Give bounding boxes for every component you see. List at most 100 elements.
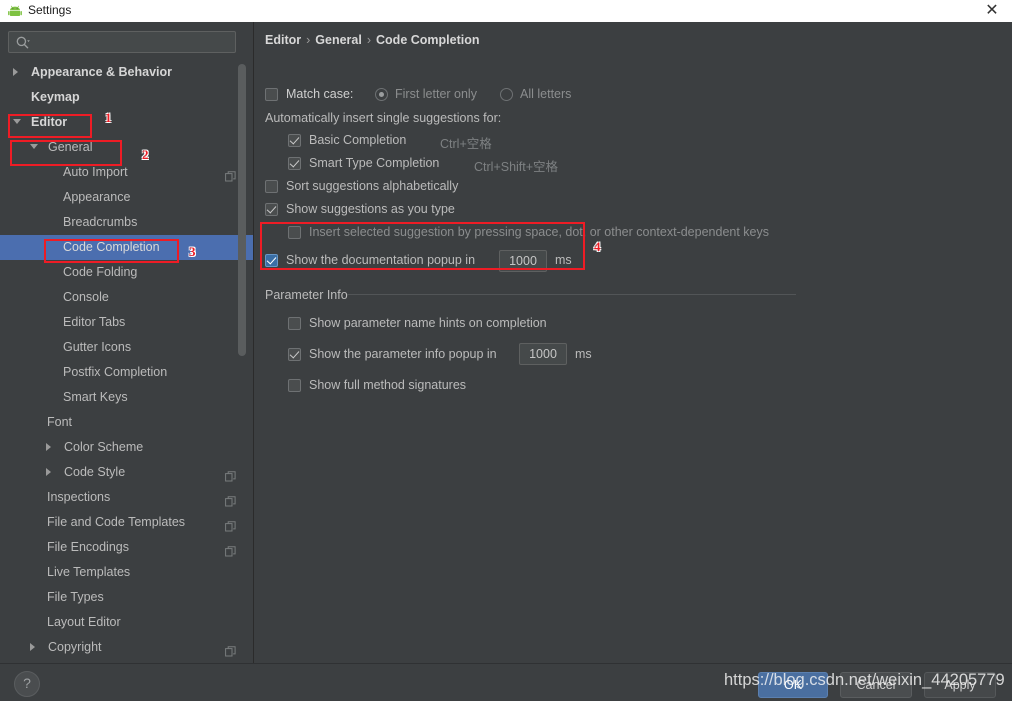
sidebar-item-postfix-completion[interactable]: Postfix Completion bbox=[0, 360, 253, 385]
sidebar-item-label: Keymap bbox=[31, 90, 80, 104]
sidebar-item-inspections[interactable]: Inspections bbox=[0, 485, 253, 510]
chevron-down-icon[interactable] bbox=[13, 119, 21, 124]
sidebar-item-auto-import[interactable]: Auto Import bbox=[0, 160, 253, 185]
breadcrumb: Editor › General › Code Completion bbox=[265, 33, 479, 47]
sidebar-item-label: Inspections bbox=[47, 490, 111, 504]
sidebar-item-label: Postfix Completion bbox=[63, 365, 168, 379]
sidebar-item-label: Auto Import bbox=[63, 165, 128, 179]
sidebar-item-label: General bbox=[48, 140, 93, 154]
settings-content-panel: Editor › General › Code Completion Match cas… bbox=[254, 22, 1012, 663]
sidebar-item-file-and-code-templates[interactable]: File and Code Templates bbox=[0, 510, 253, 535]
breadcrumb-part-0[interactable]: Editor bbox=[265, 33, 301, 47]
parameter-info-divider bbox=[347, 294, 796, 295]
sidebar-item-label: Console bbox=[63, 290, 109, 304]
sidebar-item-smart-keys[interactable]: Smart Keys bbox=[0, 385, 253, 410]
breadcrumb-separator-0: › bbox=[306, 33, 311, 47]
sidebar-item-color-scheme[interactable]: Color Scheme bbox=[0, 435, 253, 460]
sidebar-item-label: File Encodings bbox=[47, 540, 129, 554]
insert-selected-suggestion-label: Insert selected suggestion by pressing s… bbox=[309, 225, 769, 239]
auto-insert-header: Automatically insert single suggestions … bbox=[265, 111, 502, 125]
sidebar-item-label: Editor bbox=[31, 115, 68, 129]
copy-settings-icon[interactable] bbox=[225, 641, 236, 657]
settings-sidebar: Appearance & Behavior Keymap Editor General… bbox=[0, 22, 254, 663]
chevron-right-icon[interactable] bbox=[46, 468, 51, 476]
sidebar-item-font[interactable]: Font bbox=[0, 410, 253, 435]
sidebar-item-editor-tabs[interactable]: Editor Tabs bbox=[0, 310, 253, 335]
sidebar-item-label: File Types bbox=[47, 590, 104, 604]
breadcrumb-part-2: Code Completion bbox=[376, 33, 480, 47]
close-icon[interactable]: ✕ bbox=[980, 2, 1004, 20]
match-case-label: Match case: bbox=[286, 87, 354, 101]
sidebar-item-live-templates[interactable]: Live Templates bbox=[0, 560, 253, 585]
show-suggestions-checkbox[interactable] bbox=[265, 203, 278, 216]
smart-type-completion-checkbox[interactable] bbox=[288, 157, 301, 170]
doc-popup-delay-input[interactable] bbox=[499, 250, 547, 272]
all-letters-label: All letters bbox=[520, 87, 572, 101]
doc-popup-unit: ms bbox=[555, 253, 572, 267]
param-name-hints-label: Show parameter name hints on completion bbox=[309, 316, 547, 330]
chevron-right-icon[interactable] bbox=[46, 443, 51, 451]
sidebar-item-file-encodings[interactable]: File Encodings bbox=[0, 535, 253, 560]
parameter-info-title: Parameter Info bbox=[265, 288, 348, 302]
search-icon bbox=[15, 35, 31, 51]
first-letter-only-label: First letter only bbox=[395, 87, 477, 101]
basic-completion-label: Basic Completion bbox=[309, 133, 407, 147]
show-suggestions-label: Show suggestions as you type bbox=[286, 202, 455, 216]
help-button[interactable]: ? bbox=[14, 671, 40, 697]
sidebar-item-appearance-behavior[interactable]: Appearance & Behavior bbox=[0, 60, 253, 85]
copy-settings-icon[interactable] bbox=[225, 541, 236, 557]
sidebar-item-appearance[interactable]: Appearance bbox=[0, 185, 253, 210]
sidebar-item-copyright[interactable]: Copyright bbox=[0, 635, 253, 660]
copy-settings-icon[interactable] bbox=[225, 466, 236, 482]
settings-tree[interactable]: Appearance & Behavior Keymap Editor General… bbox=[0, 60, 253, 663]
sidebar-item-label: Breadcrumbs bbox=[63, 215, 138, 229]
sidebar-scrollbar-thumb[interactable] bbox=[238, 64, 246, 356]
sidebar-item-code-completion[interactable]: Code Completion bbox=[0, 235, 253, 260]
sidebar-item-keymap[interactable]: Keymap bbox=[0, 85, 253, 110]
chevron-right-icon[interactable] bbox=[30, 643, 35, 651]
first-letter-only-radio[interactable] bbox=[375, 88, 388, 101]
sidebar-item-console[interactable]: Console bbox=[0, 285, 253, 310]
param-popup-checkbox[interactable] bbox=[288, 348, 301, 361]
sidebar-item-code-style[interactable]: Code Style bbox=[0, 460, 253, 485]
doc-popup-checkbox[interactable] bbox=[265, 254, 278, 267]
smart-type-completion-label: Smart Type Completion bbox=[309, 156, 440, 170]
copy-settings-icon[interactable] bbox=[225, 491, 236, 507]
copy-settings-icon[interactable] bbox=[225, 166, 236, 182]
basic-completion-checkbox[interactable] bbox=[288, 134, 301, 147]
param-name-hints-checkbox[interactable] bbox=[288, 317, 301, 330]
sidebar-item-breadcrumbs[interactable]: Breadcrumbs bbox=[0, 210, 253, 235]
cancel-button[interactable]: Cancel bbox=[840, 672, 912, 698]
window-title: Settings bbox=[28, 3, 72, 17]
param-popup-delay-input[interactable] bbox=[519, 343, 567, 365]
chevron-down-icon[interactable] bbox=[30, 144, 38, 149]
sidebar-item-label: Smart Keys bbox=[63, 390, 128, 404]
sidebar-item-label: Copyright bbox=[48, 640, 102, 654]
sidebar-item-code-folding[interactable]: Code Folding bbox=[0, 260, 253, 285]
doc-popup-label: Show the documentation popup in bbox=[286, 253, 476, 267]
param-popup-unit: ms bbox=[575, 347, 592, 361]
sidebar-item-label: Appearance bbox=[63, 190, 131, 204]
android-icon bbox=[8, 4, 22, 18]
full-signatures-checkbox[interactable] bbox=[288, 379, 301, 392]
sidebar-item-file-types[interactable]: File Types bbox=[0, 585, 253, 610]
dialog-footer: ? OK Cancel Apply bbox=[0, 663, 1012, 701]
sort-suggestions-checkbox[interactable] bbox=[265, 180, 278, 193]
chevron-right-icon[interactable] bbox=[13, 68, 18, 76]
sidebar-item-general[interactable]: General bbox=[0, 135, 253, 160]
settings-window: Settings ✕ Appearance & Behavior Keymap Ed… bbox=[0, 0, 1012, 701]
search-input[interactable] bbox=[35, 32, 235, 54]
breadcrumb-part-1[interactable]: General bbox=[315, 33, 362, 47]
apply-button[interactable]: Apply bbox=[924, 672, 996, 698]
breadcrumb-separator-1: › bbox=[366, 33, 372, 47]
all-letters-radio[interactable] bbox=[500, 88, 513, 101]
insert-selected-suggestion-checkbox[interactable] bbox=[288, 226, 301, 239]
copy-settings-icon[interactable] bbox=[225, 516, 236, 532]
ok-button[interactable]: OK bbox=[758, 672, 828, 698]
sidebar-item-editor[interactable]: Editor bbox=[0, 110, 253, 135]
sidebar-item-label: Layout Editor bbox=[47, 615, 121, 629]
match-case-checkbox[interactable] bbox=[265, 88, 278, 101]
sidebar-item-layout-editor[interactable]: Layout Editor bbox=[0, 610, 253, 635]
sidebar-item-gutter-icons[interactable]: Gutter Icons bbox=[0, 335, 253, 360]
search-box[interactable] bbox=[8, 31, 236, 54]
